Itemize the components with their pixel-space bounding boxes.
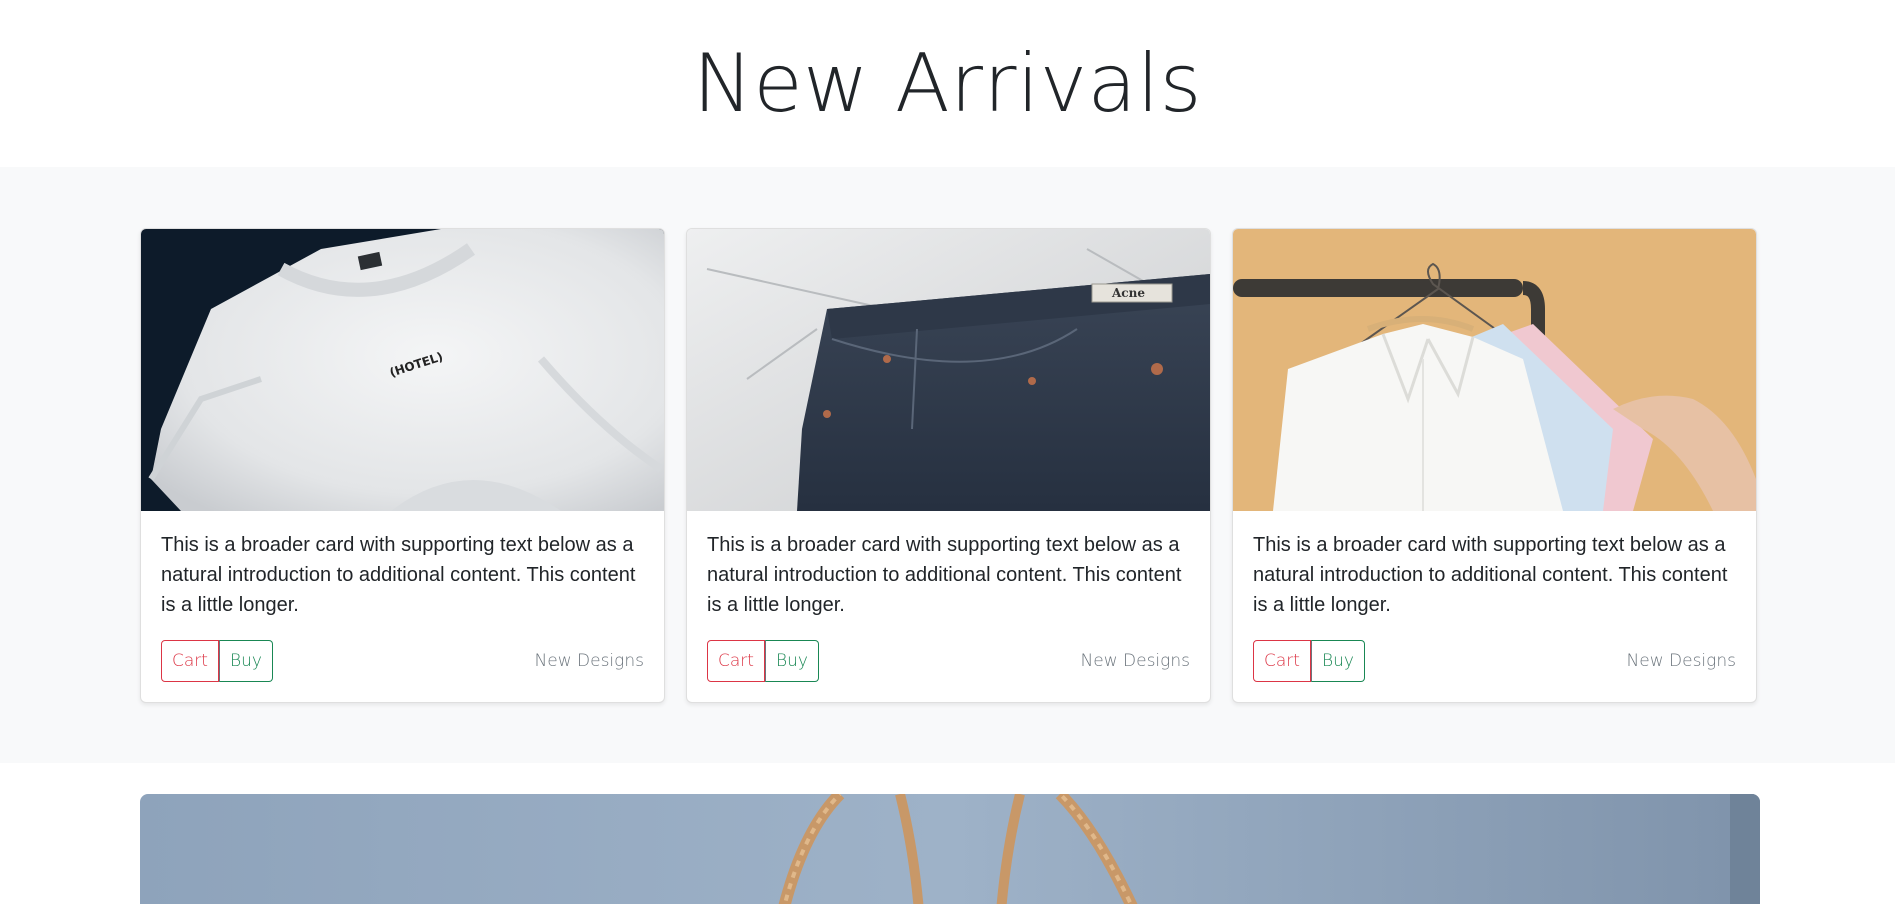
denim-jeans-image: Acne (687, 229, 1210, 511)
jeans-brand-label: Acne (1111, 286, 1145, 300)
white-tshirt-image: (HOTEL) (141, 229, 664, 511)
card-actions: Cart Buy (161, 640, 273, 682)
cart-button[interactable]: Cart (1253, 640, 1311, 682)
product-card: (HOTEL) This is a broader card with supp… (140, 228, 665, 703)
product-card: Acne This is a broader card with support… (686, 228, 1211, 703)
cart-button[interactable]: Cart (707, 640, 765, 682)
card-description: This is a broader card with supporting t… (161, 534, 636, 616)
card-description: This is a broader card with supporting t… (707, 534, 1182, 616)
buy-button[interactable]: Buy (218, 640, 273, 682)
card-meta: New Designs (534, 651, 644, 671)
card-actions: Cart Buy (1253, 640, 1365, 682)
buy-button[interactable]: Buy (1310, 640, 1365, 682)
card-meta: New Designs (1080, 651, 1190, 671)
wicker-basket-banner (140, 794, 1760, 904)
cart-button[interactable]: Cart (161, 640, 219, 682)
title-section: New Arrivals (0, 0, 1895, 167)
product-card: This is a broader card with supporting t… (1232, 228, 1757, 703)
card-actions: Cart Buy (707, 640, 819, 682)
page-title: New Arrivals (693, 37, 1202, 130)
shirts-on-rack-image (1233, 229, 1756, 511)
buy-button[interactable]: Buy (764, 640, 819, 682)
card-meta: New Designs (1626, 651, 1736, 671)
card-description: This is a broader card with supporting t… (1253, 534, 1728, 616)
